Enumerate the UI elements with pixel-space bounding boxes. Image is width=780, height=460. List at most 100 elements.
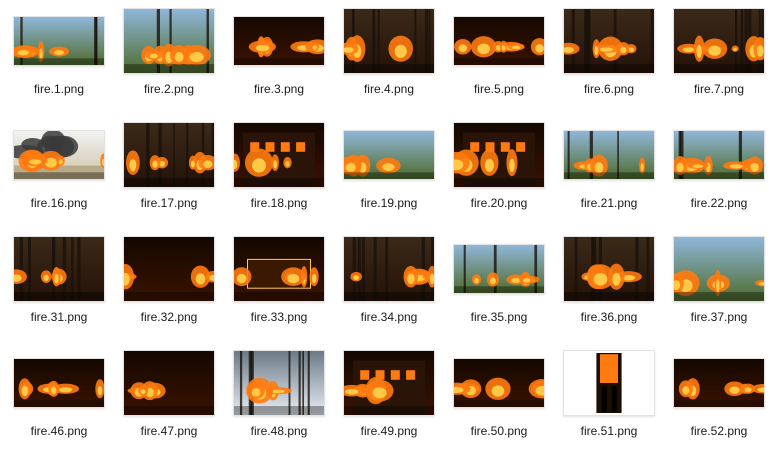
thumbnail-box [669, 232, 769, 306]
file-tile[interactable]: fire.49.png [334, 346, 444, 460]
image-thumbnail[interactable] [13, 16, 105, 66]
image-thumbnail[interactable] [343, 8, 435, 74]
file-name-label: fire.19.png [361, 196, 418, 210]
file-tile[interactable]: fire.47.png [114, 346, 224, 460]
file-tile[interactable]: fire.21.png [554, 118, 664, 232]
thumbnail-box [9, 346, 109, 420]
thumbnail-box [119, 4, 219, 78]
thumbnail-box [339, 346, 439, 420]
image-thumbnail[interactable] [453, 122, 545, 188]
file-tile[interactable]: fire.4.png [334, 4, 444, 118]
thumbnail-box [9, 118, 109, 192]
image-thumbnail[interactable] [453, 244, 545, 294]
fire-image [344, 351, 434, 415]
fire-image [124, 351, 214, 415]
image-thumbnail[interactable] [233, 236, 325, 302]
file-name-label: fire.31.png [31, 310, 88, 324]
image-thumbnail[interactable] [563, 8, 655, 74]
image-thumbnail[interactable] [563, 350, 655, 416]
fire-image [234, 351, 324, 415]
image-thumbnail[interactable] [123, 122, 215, 188]
image-thumbnail[interactable] [343, 236, 435, 302]
thumbnail-box [229, 232, 329, 306]
thumbnail-box [449, 232, 549, 306]
file-name-label: fire.50.png [471, 424, 528, 438]
image-thumbnail[interactable] [563, 130, 655, 180]
file-name-label: fire.35.png [471, 310, 528, 324]
file-tile[interactable]: fire.48.png [224, 346, 334, 460]
image-thumbnail[interactable] [233, 350, 325, 416]
image-thumbnail[interactable] [343, 350, 435, 416]
thumbnail-box [669, 4, 769, 78]
fire-image [234, 123, 324, 187]
image-thumbnail[interactable] [673, 130, 765, 180]
file-tile[interactable]: fire.36.png [554, 232, 664, 346]
thumbnail-box [449, 118, 549, 192]
file-tile[interactable]: fire.6.png [554, 4, 664, 118]
file-tile[interactable]: fire.34.png [334, 232, 444, 346]
thumbnail-box [559, 4, 659, 78]
file-tile[interactable]: fire.37.png [664, 232, 774, 346]
thumbnail-box [229, 4, 329, 78]
fire-image [124, 9, 214, 73]
fire-image [564, 131, 654, 179]
file-tile[interactable]: fire.5.png [444, 4, 554, 118]
file-name-label: fire.17.png [141, 196, 198, 210]
file-tile[interactable]: fire.22.png [664, 118, 774, 232]
file-name-label: fire.1.png [34, 82, 84, 96]
file-name-label: fire.18.png [251, 196, 308, 210]
image-thumbnail[interactable] [123, 236, 215, 302]
file-tile[interactable]: fire.1.png [4, 4, 114, 118]
thumbnail-box [339, 232, 439, 306]
image-thumbnail[interactable] [13, 358, 105, 408]
thumbnail-box [229, 346, 329, 420]
image-thumbnail[interactable] [233, 16, 325, 66]
file-tile[interactable]: fire.3.png [224, 4, 334, 118]
file-name-label: fire.4.png [364, 82, 414, 96]
file-name-label: fire.2.png [144, 82, 194, 96]
file-tile[interactable]: fire.52.png [664, 346, 774, 460]
thumbnail-box [559, 232, 659, 306]
image-thumbnail[interactable] [673, 8, 765, 74]
image-thumbnail[interactable] [13, 130, 105, 180]
file-name-label: fire.3.png [254, 82, 304, 96]
fire-image [564, 351, 654, 415]
image-thumbnail[interactable] [453, 358, 545, 408]
file-name-label: fire.49.png [361, 424, 418, 438]
image-thumbnail[interactable] [123, 350, 215, 416]
file-tile[interactable]: fire.18.png [224, 118, 334, 232]
image-thumbnail[interactable] [673, 236, 765, 302]
fire-image [124, 123, 214, 187]
file-tile[interactable]: fire.20.png [444, 118, 554, 232]
image-thumbnail[interactable] [673, 358, 765, 408]
fire-image [674, 131, 764, 179]
file-tile[interactable]: fire.19.png [334, 118, 444, 232]
thumbnail-box [9, 232, 109, 306]
file-name-label: fire.46.png [31, 424, 88, 438]
file-tile[interactable]: fire.50.png [444, 346, 554, 460]
file-tile[interactable]: fire.16.png [4, 118, 114, 232]
image-thumbnail[interactable] [453, 16, 545, 66]
file-name-label: fire.22.png [691, 196, 748, 210]
file-name-label: fire.52.png [691, 424, 748, 438]
image-thumbnail[interactable] [123, 8, 215, 74]
file-tile[interactable]: fire.7.png [664, 4, 774, 118]
file-tile[interactable]: fire.33.png [224, 232, 334, 346]
file-tile[interactable]: fire.35.png [444, 232, 554, 346]
file-name-label: fire.36.png [581, 310, 638, 324]
image-thumbnail[interactable] [563, 236, 655, 302]
file-name-label: fire.33.png [251, 310, 308, 324]
file-tile[interactable]: fire.51.png [554, 346, 664, 460]
file-tile[interactable]: fire.32.png [114, 232, 224, 346]
file-name-label: fire.16.png [31, 196, 88, 210]
image-thumbnail[interactable] [233, 122, 325, 188]
image-thumbnail[interactable] [343, 130, 435, 180]
file-tile[interactable]: fire.17.png [114, 118, 224, 232]
image-thumbnail[interactable] [13, 236, 105, 302]
file-name-label: fire.5.png [474, 82, 524, 96]
file-tile[interactable]: fire.31.png [4, 232, 114, 346]
thumbnail-box [119, 118, 219, 192]
file-tile[interactable]: fire.46.png [4, 346, 114, 460]
file-tile[interactable]: fire.2.png [114, 4, 224, 118]
thumbnail-box [339, 4, 439, 78]
